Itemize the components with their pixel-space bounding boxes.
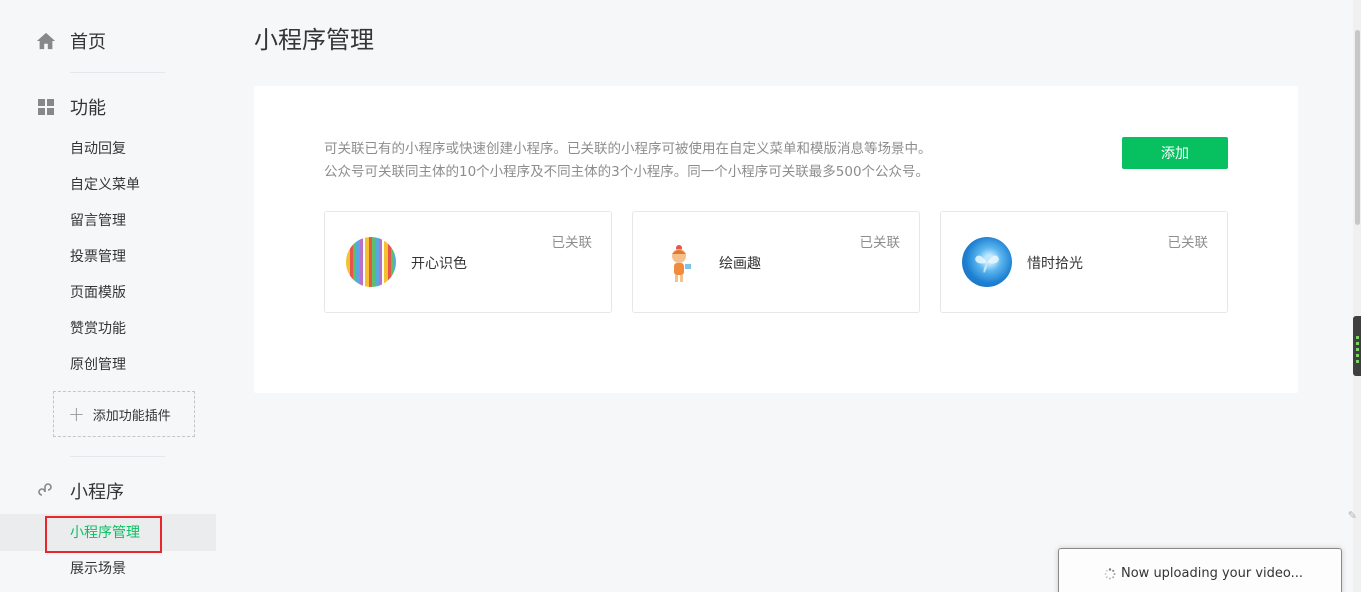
- home-icon: [36, 31, 56, 51]
- nav-home-label: 首页: [70, 32, 106, 53]
- toast-text: Now uploading your video...: [1121, 565, 1303, 581]
- scrollbar[interactable]: [1353, 0, 1361, 592]
- plus-icon: +: [68, 402, 85, 426]
- nav-mini-program-label: 小程序: [70, 482, 124, 503]
- add-plugin-button[interactable]: + 添加功能插件: [53, 391, 195, 437]
- scrollbar-thumb[interactable]: [1355, 30, 1360, 225]
- blue-butterfly-avatar: [962, 237, 1012, 287]
- nav-features: 功能: [36, 94, 106, 120]
- sidebar-item-mini-program-management[interactable]: 小程序管理: [70, 524, 140, 542]
- nav-features-label: 功能: [70, 98, 106, 119]
- status-badge: 已关联: [859, 235, 901, 251]
- sidebar-item-display-scenes[interactable]: 展示场景: [70, 560, 126, 578]
- mini-program-name: 开心识色: [411, 256, 467, 272]
- mini-program-card[interactable]: 绘画趣 已关联: [632, 211, 920, 313]
- description-line-1: 可关联已有的小程序或快速创建小程序。已关联的小程序可被使用在自定义菜单和模版消息…: [324, 141, 932, 157]
- side-handle[interactable]: [1353, 316, 1361, 376]
- link-icon: [36, 481, 56, 501]
- nav-home[interactable]: 首页: [36, 28, 106, 54]
- sidebar-item-auto-reply[interactable]: 自动回复: [70, 140, 126, 158]
- mini-program-card[interactable]: 惜时拾光 已关联: [940, 211, 1228, 313]
- spinner-icon: [1104, 568, 1116, 580]
- sidebar: 首页 功能 自动回复 自定义菜单 留言管理 投票管理 页面模版 赞赏功能 原创管…: [0, 0, 216, 592]
- sidebar-item-votes[interactable]: 投票管理: [70, 248, 126, 266]
- cartoon-girl-avatar: [654, 237, 704, 287]
- status-badge: 已关联: [551, 235, 593, 251]
- description-line-2: 公众号可关联同主体的10个小程序及不同主体的3个小程序。同一个小程序可关联最多5…: [324, 164, 930, 180]
- mini-program-name: 惜时拾光: [1027, 256, 1083, 272]
- mini-program-name: 绘画趣: [719, 256, 761, 272]
- description: 可关联已有的小程序或快速创建小程序。已关联的小程序可被使用在自定义菜单和模版消息…: [324, 138, 932, 184]
- pin-icon[interactable]: ✎: [1348, 509, 1357, 522]
- page-title: 小程序管理: [254, 26, 374, 54]
- sidebar-item-page-templates[interactable]: 页面模版: [70, 284, 126, 302]
- divider: [70, 456, 165, 457]
- sidebar-item-comments[interactable]: 留言管理: [70, 212, 126, 230]
- add-plugin-label: 添加功能插件: [92, 408, 171, 424]
- upload-toast: Now uploading your video...: [1058, 548, 1342, 592]
- mini-program-card[interactable]: 开心识色 已关联: [324, 211, 612, 313]
- divider: [70, 72, 165, 73]
- nav-mini-program: 小程序: [36, 478, 124, 504]
- status-badge: 已关联: [1167, 235, 1209, 251]
- stripes-avatar: [346, 237, 396, 287]
- sidebar-item-original[interactable]: 原创管理: [70, 356, 126, 374]
- sidebar-item-rewards[interactable]: 赞赏功能: [70, 320, 126, 338]
- sidebar-item-custom-menu[interactable]: 自定义菜单: [70, 176, 140, 194]
- add-button[interactable]: 添加: [1122, 137, 1228, 169]
- grid-icon: [36, 97, 56, 117]
- mini-program-panel: 可关联已有的小程序或快速创建小程序。已关联的小程序可被使用在自定义菜单和模版消息…: [254, 86, 1298, 393]
